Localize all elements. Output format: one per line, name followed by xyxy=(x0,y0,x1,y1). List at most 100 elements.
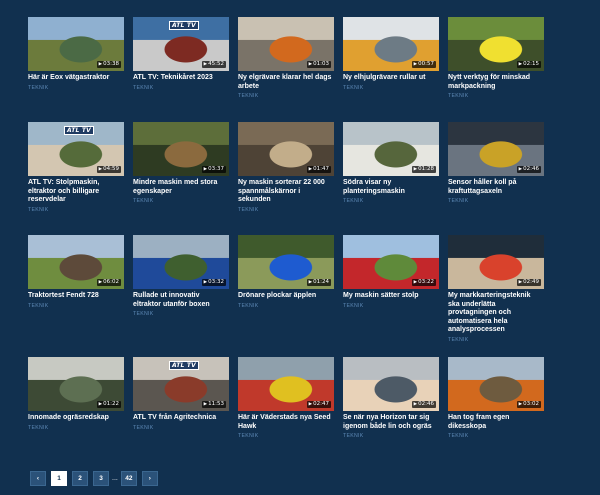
last-page-button[interactable]: 42 xyxy=(120,470,137,486)
video-title[interactable]: Ny elhjulgrävare rullar ut xyxy=(343,74,439,83)
video-title[interactable]: Mindre maskin med stora egenskaper xyxy=(133,179,229,196)
video-title[interactable]: Han tog fram egen dikesskopa xyxy=(448,414,544,431)
video-card[interactable]: ATL TV ▶45:52 ATL TV: Teknikåret 2023 TEKNI… xyxy=(133,17,229,91)
video-card[interactable]: ATL TV ▶04:59 ATL TV: Stolpmaskin, eltrakt… xyxy=(28,122,124,213)
video-category[interactable]: TEKNIK xyxy=(28,303,124,309)
video-card[interactable]: ▶02:47 Här är Väderstads nya Seed Hawk TEK… xyxy=(238,357,334,439)
video-card[interactable]: ▶03:32 Rullade ut innovativ eltraktor uta… xyxy=(133,235,229,317)
video-card[interactable]: ▶03:22 My maskin sätter stolp TEKNIK xyxy=(343,235,439,309)
video-thumbnail[interactable]: ▶03:38 xyxy=(28,17,124,71)
video-thumbnail[interactable]: ▶03:22 xyxy=(343,235,439,289)
video-thumbnail[interactable]: ▶01:28 xyxy=(343,122,439,176)
pagination: ‹ 1 2 3 ... 42 › xyxy=(30,470,158,486)
video-thumbnail[interactable]: ▶03:02 xyxy=(448,357,544,411)
next-page-button[interactable]: › xyxy=(141,470,158,486)
video-thumbnail[interactable]: ▶02:46 xyxy=(343,357,439,411)
video-thumbnail[interactable]: ▶03:32 xyxy=(133,235,229,289)
video-title[interactable]: Här är Väderstads nya Seed Hawk xyxy=(238,414,334,431)
video-thumbnail[interactable]: ▶06:02 xyxy=(28,235,124,289)
video-category[interactable]: TEKNIK xyxy=(28,85,124,91)
play-icon: ▶ xyxy=(518,280,523,285)
video-card[interactable]: ▶03:02 Han tog fram egen dikesskopa TEKNIK xyxy=(448,357,544,439)
video-card[interactable]: ▶01:47 Ny maskin sorterar 22 000 spannmål… xyxy=(238,122,334,213)
video-title[interactable]: Traktortest Fendt 728 xyxy=(28,292,124,301)
play-icon: ▶ xyxy=(413,62,418,67)
video-card[interactable]: ▶02:15 Nytt verktyg för minskad markpackn… xyxy=(448,17,544,99)
video-category[interactable]: TEKNIK xyxy=(448,337,544,343)
atl-tv-logo: ATL TV xyxy=(64,126,95,135)
video-card[interactable]: ATL TV ▶11:53 ATL TV från Agritechnica TEKN… xyxy=(133,357,229,431)
video-thumbnail[interactable]: ▶02:49 xyxy=(448,235,544,289)
video-category[interactable]: TEKNIK xyxy=(343,85,439,91)
video-card[interactable]: ▶01:03 Ny elgrävare klarar hel dags arbet… xyxy=(238,17,334,99)
page-2-button[interactable]: 2 xyxy=(72,470,88,486)
prev-page-button[interactable]: ‹ xyxy=(30,470,46,486)
video-category[interactable]: TEKNIK xyxy=(238,303,334,309)
video-title[interactable]: My markkarteringsteknik ska underlätta p… xyxy=(448,292,544,335)
video-thumbnail[interactable]: ▶01:03 xyxy=(238,17,334,71)
video-title[interactable]: ATL TV: Teknikåret 2023 xyxy=(133,74,229,83)
duration-badge: ▶03:02 xyxy=(516,401,541,408)
video-card[interactable]: ▶02:46 Sensor håller koll på kraftuttagsa… xyxy=(448,122,544,204)
video-category[interactable]: TEKNIK xyxy=(448,433,544,439)
video-category[interactable]: TEKNIK xyxy=(238,433,334,439)
video-thumbnail[interactable]: ▶01:24 xyxy=(238,235,334,289)
atl-tv-logo: ATL TV xyxy=(169,361,200,370)
play-icon: ▶ xyxy=(518,402,523,407)
video-category[interactable]: TEKNIK xyxy=(238,93,334,99)
video-category[interactable]: TEKNIK xyxy=(133,425,229,431)
video-title[interactable]: Se när nya Horizon tar sig igenom både l… xyxy=(343,414,439,431)
play-icon: ▶ xyxy=(308,402,313,407)
video-thumbnail[interactable]: ▶01:22 xyxy=(28,357,124,411)
video-thumbnail[interactable]: ATL TV ▶45:52 xyxy=(133,17,229,71)
video-card[interactable]: ▶03:37 Mindre maskin med stora egenskaper… xyxy=(133,122,229,204)
video-title[interactable]: Innomade ogräsredskap xyxy=(28,414,124,423)
video-title[interactable]: Rullade ut innovativ eltraktor utanför b… xyxy=(133,292,229,309)
video-thumbnail[interactable]: ▶02:46 xyxy=(448,122,544,176)
video-card[interactable]: ▶06:02 Traktortest Fendt 728 TEKNIK xyxy=(28,235,124,309)
video-category[interactable]: TEKNIK xyxy=(448,93,544,99)
video-card[interactable]: ▶01:24 Drönare plockar äpplen TEKNIK xyxy=(238,235,334,309)
video-title[interactable]: Sensor håller koll på kraftuttagsaxeln xyxy=(448,179,544,196)
video-category[interactable]: TEKNIK xyxy=(133,198,229,204)
video-title[interactable]: Södra visar ny planteringsmaskin xyxy=(343,179,439,196)
video-category[interactable]: TEKNIK xyxy=(28,207,124,213)
video-title[interactable]: Drönare plockar äpplen xyxy=(238,292,334,301)
video-card[interactable]: ▶01:22 Innomade ogräsredskap TEKNIK xyxy=(28,357,124,431)
video-category[interactable]: TEKNIK xyxy=(28,425,124,431)
page-3-button[interactable]: 3 xyxy=(93,470,109,486)
video-card[interactable]: ▶02:46 Se när nya Horizon tar sig igenom … xyxy=(343,357,439,439)
video-thumbnail[interactable]: ATL TV ▶11:53 xyxy=(133,357,229,411)
video-thumbnail[interactable]: ATL TV ▶04:59 xyxy=(28,122,124,176)
video-category[interactable]: TEKNIK xyxy=(343,433,439,439)
video-title[interactable]: Ny elgrävare klarar hel dags arbete xyxy=(238,74,334,91)
video-category[interactable]: TEKNIK xyxy=(343,198,439,204)
duration-text: 04:59 xyxy=(103,166,119,172)
duration-text: 01:28 xyxy=(418,166,434,172)
video-category[interactable]: TEKNIK xyxy=(238,207,334,213)
video-card[interactable]: ▶03:38 Här är Eox vätgastraktor TEKNIK xyxy=(28,17,124,91)
duration-text: 03:02 xyxy=(523,401,539,407)
video-thumbnail[interactable]: ▶01:47 xyxy=(238,122,334,176)
video-thumbnail[interactable]: ▶00:57 xyxy=(343,17,439,71)
duration-badge: ▶02:46 xyxy=(411,401,436,408)
video-title[interactable]: ATL TV från Agritechnica xyxy=(133,414,229,423)
duration-badge: ▶45:52 xyxy=(201,61,226,68)
video-title[interactable]: Ny maskin sorterar 22 000 spannmålskärno… xyxy=(238,179,334,205)
video-title[interactable]: My maskin sätter stolp xyxy=(343,292,439,301)
video-title[interactable]: ATL TV: Stolpmaskin, eltraktor och billi… xyxy=(28,179,124,205)
video-card[interactable]: ▶02:49 My markkarteringsteknik ska underl… xyxy=(448,235,544,343)
video-category[interactable]: TEKNIK xyxy=(343,303,439,309)
page-1-button[interactable]: 1 xyxy=(51,470,67,486)
video-card[interactable]: ▶01:28 Södra visar ny planteringsmaskin TE… xyxy=(343,122,439,204)
video-category[interactable]: TEKNIK xyxy=(133,85,229,91)
video-category[interactable]: TEKNIK xyxy=(448,198,544,204)
play-icon: ▶ xyxy=(98,62,103,67)
video-card[interactable]: ▶00:57 Ny elhjulgrävare rullar ut TEKNIK xyxy=(343,17,439,91)
video-title[interactable]: Nytt verktyg för minskad markpackning xyxy=(448,74,544,91)
video-thumbnail[interactable]: ▶02:47 xyxy=(238,357,334,411)
video-title[interactable]: Här är Eox vätgastraktor xyxy=(28,74,124,83)
video-thumbnail[interactable]: ▶02:15 xyxy=(448,17,544,71)
video-thumbnail[interactable]: ▶03:37 xyxy=(133,122,229,176)
video-category[interactable]: TEKNIK xyxy=(133,311,229,317)
